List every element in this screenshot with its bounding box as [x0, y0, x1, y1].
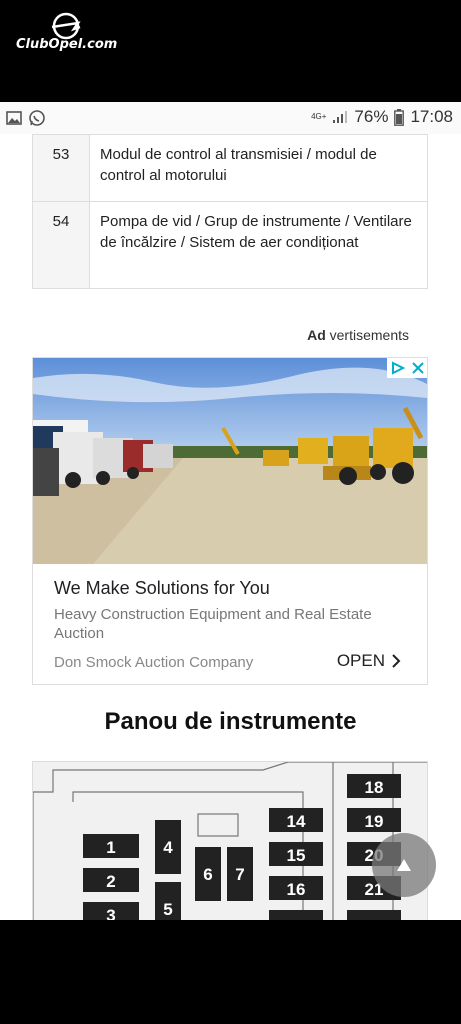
close-icon[interactable]	[411, 362, 424, 374]
battery-percent: 76%	[354, 107, 389, 126]
status-bar: 4G+ 76% 17:08	[0, 102, 461, 134]
opel-logo-icon	[51, 12, 81, 40]
fuse-description: Modul de control al transmisiei / modul …	[89, 134, 428, 202]
battery-icon	[394, 108, 405, 126]
network-type: 4G+	[311, 112, 327, 121]
fuse-label: 4	[163, 838, 173, 857]
fuse-number: 54	[32, 201, 90, 289]
fuse-label: 7	[235, 865, 244, 884]
ad-choices[interactable]	[387, 358, 427, 378]
chevron-right-icon	[392, 654, 401, 668]
signal-icon	[333, 111, 348, 123]
table-row: 53 Modul de control al transmisiei / mod…	[32, 134, 428, 202]
ad-title[interactable]: We Make Solutions for You	[54, 578, 270, 599]
fuse-description: Pompa de vid / Grup de instrumente / Ven…	[89, 201, 428, 289]
fuse-label: 5	[163, 900, 172, 919]
top-black-bar: ClubOpel.com	[0, 0, 461, 102]
arrow-up-icon	[397, 859, 411, 871]
gallery-icon	[6, 111, 22, 125]
fuse-label: 2	[106, 872, 115, 891]
bottom-black-bar	[0, 920, 461, 1024]
ad-open-button[interactable]: OPEN	[337, 651, 401, 671]
fuse-label: 16	[287, 880, 306, 899]
ad-label: Ad vertisements	[307, 327, 409, 343]
ad-open-label: OPEN	[336, 651, 385, 670]
logo-text: ClubOpel.com	[16, 37, 118, 52]
section-title: Panou de instrumente	[104, 708, 357, 735]
fuse-label: 19	[365, 812, 384, 831]
fuse-label: 1	[106, 838, 115, 857]
fuse-table: 53 Modul de control al transmisiei / mod…	[32, 134, 428, 289]
ad-image[interactable]	[33, 358, 427, 564]
web-page: 53 Modul de control al transmisiei / mod…	[0, 134, 461, 920]
whatsapp-icon	[29, 110, 45, 126]
fuse-label: 6	[203, 865, 212, 884]
adchoices-icon[interactable]	[391, 361, 405, 375]
ad-company: Don Smock Auction Company	[54, 654, 254, 671]
ad-subtitle: Heavy Construction Equipment and Real Es…	[54, 606, 372, 642]
fuse-label: 14	[287, 812, 306, 831]
fuse-label: 18	[365, 778, 384, 797]
clock: 17:08	[410, 107, 453, 126]
fuse-number: 53	[32, 134, 90, 202]
scroll-top-button[interactable]	[372, 833, 436, 897]
fuse-panel-diagram: 1 2 3 4 5 6 7 14 15 16 18 19 20 21	[32, 761, 428, 920]
fuse-label: 3	[106, 906, 115, 920]
fuse-label: 15	[287, 846, 306, 865]
table-row: 54 Pompa de vid / Grup de instrumente / …	[32, 201, 428, 289]
ad-card[interactable]: We Make Solutions for You Heavy Construc…	[32, 357, 428, 685]
